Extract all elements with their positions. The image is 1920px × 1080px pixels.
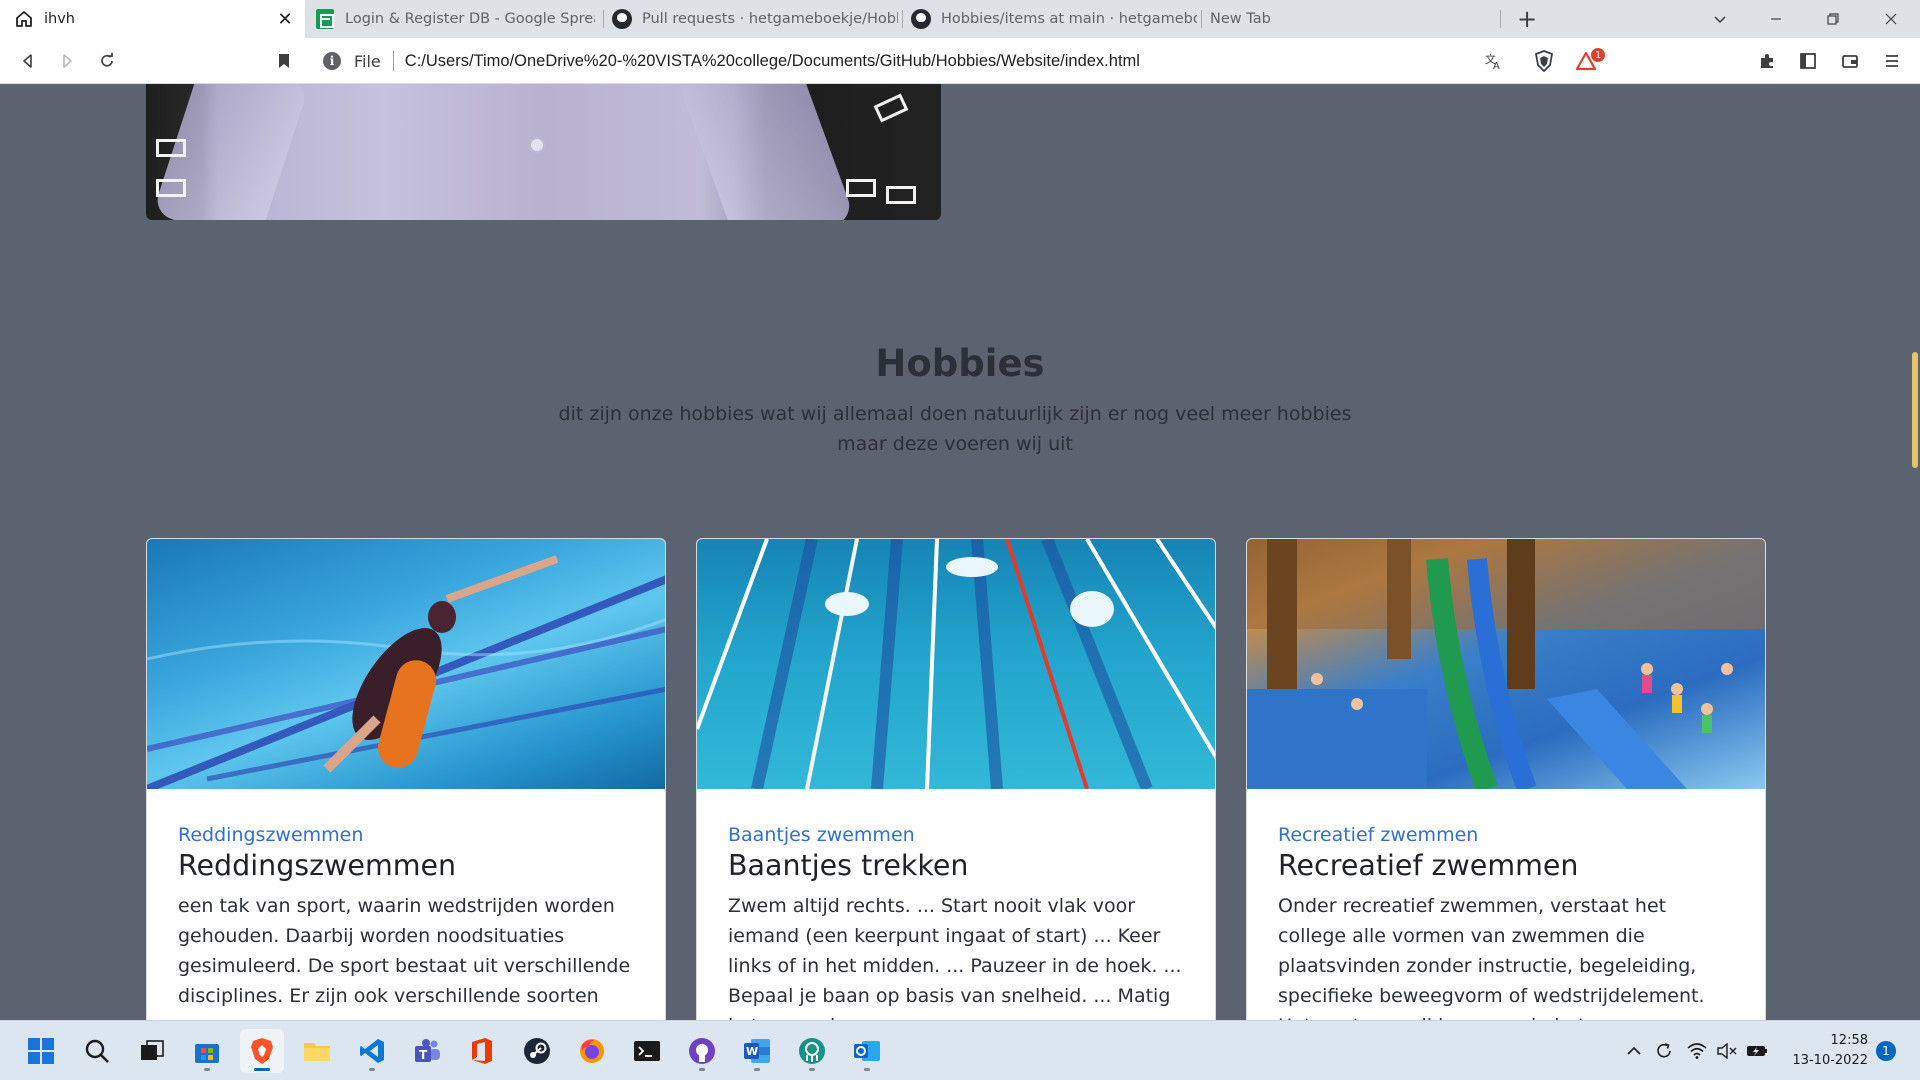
sidebar-icon[interactable] <box>1792 45 1824 77</box>
section-title: Hobbies <box>875 342 1045 385</box>
tab-title: Login & Register DB - Google Spreads <box>345 11 595 27</box>
card-title: Recreatief zwemmen <box>1278 849 1579 882</box>
card-body: Reddingszwemmen Reddingszwemmen een tak … <box>178 823 638 1011</box>
tab-title: Pull requests · hetgameboekje/Hobbie <box>642 11 898 27</box>
card-text: Zwem altijd rechts. ... Start nooit vlak… <box>728 895 1182 1020</box>
tab-new-tab[interactable]: New Tab <box>1202 0 1499 38</box>
close-tab-icon[interactable]: ✕ <box>275 9 295 30</box>
card-kicker[interactable]: Recreatief zwemmen <box>1278 823 1738 847</box>
rewards-badge: 1 <box>1591 48 1605 62</box>
svg-text:T: T <box>419 1048 428 1062</box>
notification-badge[interactable]: 1 <box>1876 1041 1896 1061</box>
forward-icon[interactable] <box>51 45 83 77</box>
tab-google-sheets[interactable]: Login & Register DB - Google Spreads <box>305 0 602 38</box>
word-icon[interactable]: W <box>735 1029 779 1073</box>
firefox-icon[interactable] <box>570 1029 614 1073</box>
page-viewport: Hobbies dit zijn onze hobbies wat wij al… <box>0 84 1920 1020</box>
github-icon <box>911 9 931 29</box>
translate-icon[interactable]: 文A <box>1478 45 1510 77</box>
url-scheme-label: File <box>354 51 381 71</box>
tab-title: New Tab <box>1210 11 1271 27</box>
hobby-card-recreatief[interactable]: Recreatief zwemmen Recreatief zwemmen On… <box>1246 538 1766 1020</box>
card-kicker[interactable]: Baantjes zwemmen <box>728 823 1188 847</box>
vscode-icon[interactable] <box>350 1029 394 1073</box>
hobby-card-baantjes[interactable]: Baantjes zwemmen Baantjes trekken Zwem a… <box>696 538 1216 1020</box>
tab-title: Hobbies/items at main · hetgameboek <box>941 11 1197 27</box>
profile-photo <box>146 84 941 220</box>
svg-text:W: W <box>746 1045 758 1058</box>
restore-icon[interactable] <box>1818 4 1848 34</box>
svg-text:A: A <box>1493 61 1500 71</box>
minimize-icon[interactable] <box>1761 4 1791 34</box>
volume-muted-icon[interactable] <box>1713 1029 1741 1073</box>
github-desktop-icon[interactable] <box>680 1029 724 1073</box>
section-subtitle: dit zijn onze hobbies wat wij allemaal d… <box>558 403 1352 455</box>
card-body: Baantjes zwemmen Baantjes trekken Zwem a… <box>728 823 1188 1020</box>
outlook-icon[interactable] <box>845 1029 889 1073</box>
gitkraken-icon[interactable] <box>790 1029 834 1073</box>
page-scrollbar-thumb[interactable] <box>1912 352 1918 468</box>
wifi-icon[interactable] <box>1683 1029 1711 1073</box>
tab-separator <box>1500 10 1501 28</box>
tab-hobbies-items[interactable]: Hobbies/items at main · hetgameboek <box>903 0 1200 38</box>
browser-toolbar: i File C:/Users/Timo/OneDrive%20-%20VIST… <box>0 38 1920 84</box>
wallet-icon[interactable] <box>1834 45 1866 77</box>
new-tab-icon[interactable]: + <box>1512 4 1542 34</box>
tab-strip: ihvh ✕ Login & Register DB - Google Spre… <box>0 0 1920 38</box>
reload-icon[interactable] <box>91 45 123 77</box>
task-view-icon[interactable] <box>130 1029 174 1073</box>
rescue-swimming-photo <box>147 539 665 789</box>
site-info-icon[interactable]: i <box>323 52 341 70</box>
sync-icon[interactable] <box>1650 1029 1678 1073</box>
card-text: Onder recreatief zwemmen, verstaat het c… <box>1278 895 1705 1020</box>
close-window-icon[interactable] <box>1876 4 1906 34</box>
card-kicker[interactable]: Reddingszwemmen <box>178 823 638 847</box>
brave-icon[interactable] <box>240 1029 284 1073</box>
address-bar[interactable]: i File C:/Users/Timo/OneDrive%20-%20VIST… <box>310 45 1596 77</box>
lap-swimming-photo <box>697 539 1215 789</box>
brave-rewards-icon[interactable]: 1 <box>1571 45 1605 77</box>
tab-search-chevron-icon[interactable] <box>1705 4 1735 34</box>
github-icon <box>612 9 632 29</box>
terminal-icon[interactable] <box>625 1029 669 1073</box>
card-title: Reddingszwemmen <box>178 849 457 882</box>
back-icon[interactable] <box>12 45 44 77</box>
card-text: een tak van sport, waarin wedstrijden wo… <box>178 895 631 1007</box>
recreational-swimming-photo <box>1247 539 1765 789</box>
windows-taskbar: T W 12:58 13-10-2022 1 <box>0 1020 1920 1080</box>
extensions-icon[interactable] <box>1751 45 1783 77</box>
teams-icon[interactable]: T <box>405 1029 449 1073</box>
clock-time: 12:58 <box>1830 1033 1868 1048</box>
bookmark-icon[interactable] <box>268 45 300 77</box>
system-clock[interactable]: 12:58 13-10-2022 <box>1774 1031 1868 1071</box>
file-explorer-icon[interactable] <box>295 1029 339 1073</box>
microsoft-store-icon[interactable] <box>185 1029 229 1073</box>
office-icon[interactable] <box>460 1029 504 1073</box>
brave-shields-icon[interactable] <box>1528 45 1560 77</box>
url-divider <box>392 51 394 71</box>
windows-start-icon[interactable] <box>19 1029 63 1073</box>
search-icon[interactable] <box>75 1029 119 1073</box>
card-body: Recreatief zwemmen Recreatief zwemmen On… <box>1278 823 1738 1020</box>
menu-icon[interactable] <box>1876 45 1908 77</box>
steam-icon[interactable] <box>515 1029 559 1073</box>
clock-date: 13-10-2022 <box>1792 1053 1868 1068</box>
tab-pull-requests[interactable]: Pull requests · hetgameboekje/Hobbie <box>604 0 901 38</box>
tab-title: ihvh <box>44 11 75 27</box>
url-text[interactable]: C:/Users/Timo/OneDrive%20-%20VISTA%20col… <box>405 52 1140 71</box>
battery-charging-icon[interactable] <box>1743 1029 1771 1073</box>
card-title: Baantjes trekken <box>728 849 969 882</box>
google-sheets-icon <box>315 9 335 29</box>
tab-ihvh[interactable]: ihvh ✕ <box>0 0 305 38</box>
home-icon <box>14 9 34 29</box>
hobby-card-reddingszwemmen[interactable]: Reddingszwemmen Reddingszwemmen een tak … <box>146 538 666 1020</box>
show-hidden-icons-chevron-icon[interactable] <box>1622 1029 1646 1073</box>
